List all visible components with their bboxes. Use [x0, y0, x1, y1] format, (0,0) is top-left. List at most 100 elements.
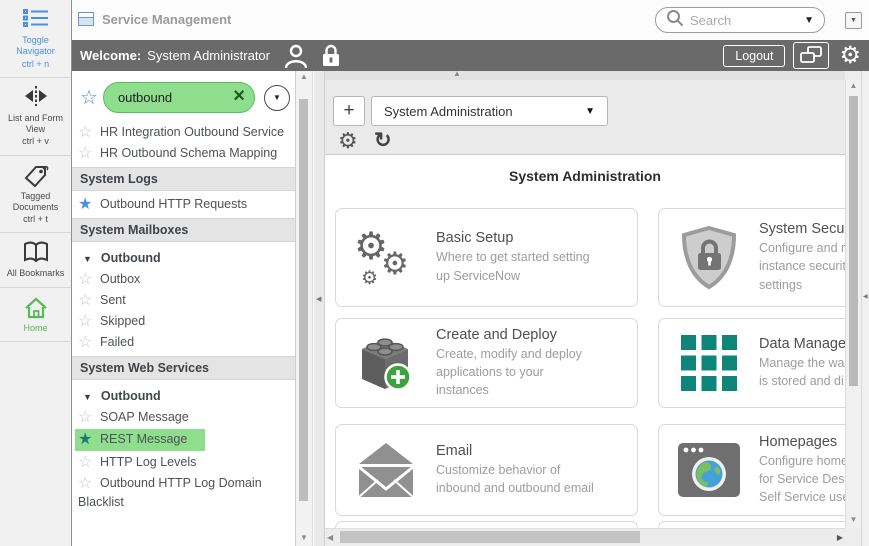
nav-item-label: Outbox	[100, 272, 140, 286]
sidebar-item-list-and-form-view[interactable]: List and Form Viewctrl + v	[0, 78, 71, 156]
sidebar-item-all-bookmarks[interactable]: All Bookmarks	[0, 233, 71, 287]
star-icon[interactable]: ☆	[78, 453, 100, 472]
module-card[interactable]: ⚙⚙⚙Basic SetupWhere to get started setti…	[335, 208, 638, 307]
homepage-picker[interactable]: System Administration ▼	[371, 96, 608, 126]
scroll-up-icon[interactable]: ▲	[296, 71, 312, 83]
nav-item[interactable]: ☆Outbound HTTP Log Domain Blacklist	[72, 473, 295, 513]
partial-card[interactable]	[658, 521, 845, 528]
nav-item-label: Outbound HTTP Log Domain Blacklist	[78, 476, 262, 509]
sidebar-item-home[interactable]: Home	[0, 288, 71, 342]
navigator-scrollbar[interactable]: ▲ ▼	[296, 71, 313, 546]
navigator-filter[interactable]: ×	[103, 82, 255, 113]
nav-item-label: HR Integration Outbound Service	[100, 125, 284, 139]
nav-item-label: REST Message	[100, 432, 187, 446]
nav-item[interactable]: ☆SOAP Message	[72, 407, 295, 428]
horizontal-scrollbar-thumb[interactable]	[340, 531, 640, 543]
partial-card[interactable]	[335, 521, 638, 528]
split-view-icon	[2, 86, 69, 110]
module-card[interactable]: System SecuConfigure and rinstance secur…	[658, 208, 845, 307]
vertical-scrollbar-thumb[interactable]	[849, 96, 858, 386]
user-profile-icon[interactable]	[284, 43, 308, 69]
star-icon[interactable]: ☆	[78, 270, 100, 289]
content-horizontal-scrollbar[interactable]: ◀ ▶	[325, 528, 845, 545]
scroll-down-icon[interactable]: ▼	[846, 514, 861, 526]
global-search[interactable]: ▼	[655, 7, 825, 33]
navigator-filter-row: ☆ × ▼	[72, 71, 295, 122]
scroll-down-icon[interactable]: ▼	[296, 532, 312, 544]
module-card[interactable]: Data ManageManage the wais stored and di	[658, 318, 845, 408]
collapse-left-icon[interactable]: ◀	[316, 295, 321, 303]
navigator-scrollbar-thumb[interactable]	[299, 99, 308, 501]
search-input[interactable]	[690, 13, 804, 28]
sidebar-item-shortcut: ctrl + t	[2, 214, 69, 225]
sidebar-item-tagged-documents[interactable]: Tagged Documentsctrl + t	[0, 156, 71, 234]
collapse-banner-button[interactable]: ▼	[845, 12, 862, 29]
right-edge-splitter[interactable]: ◀	[861, 71, 869, 546]
clear-filter-icon[interactable]: ×	[233, 85, 245, 108]
nav-item[interactable]: ☆Failed	[72, 332, 295, 353]
search-scope-caret-icon[interactable]: ▼	[804, 15, 814, 26]
impersonate-lock-icon[interactable]	[320, 43, 342, 69]
nav-section-header[interactable]: System Logs	[72, 167, 295, 191]
homepage-settings-icon[interactable]: ⚙	[338, 130, 358, 152]
star-icon[interactable]: ☆	[78, 291, 100, 310]
nav-item[interactable]: ☆HR Outbound Schema Mapping	[72, 143, 295, 164]
nav-item[interactable]: ★Outbound HTTP Requests	[72, 194, 295, 215]
navigator-list-icon	[2, 8, 69, 32]
star-icon[interactable]: ★	[78, 430, 100, 449]
refresh-icon[interactable]: ↻	[374, 130, 392, 151]
scroll-left-icon[interactable]: ◀	[327, 533, 333, 542]
module-card[interactable]: HomepagesConfigure homefor Service DesSe…	[658, 424, 845, 516]
collapse-right-icon[interactable]: ◀	[863, 293, 868, 300]
app-window: Toggle Navigatorctrl + nList and Form Vi…	[0, 0, 869, 546]
module-card[interactable]: EmailCustomize behavior ofinbound and ou…	[335, 424, 638, 516]
nav-item[interactable]: ☆HTTP Log Levels	[72, 452, 295, 473]
nav-item-label: Outbound HTTP Requests	[100, 197, 247, 211]
homepage-content: System Administration ⚙⚙⚙Basic SetupWher…	[325, 155, 845, 528]
tag-icon	[2, 164, 69, 188]
scroll-up-icon[interactable]: ▲	[846, 80, 861, 92]
nav-section-header[interactable]: System Web Services	[72, 356, 295, 380]
nav-section-header[interactable]: System Mailboxes	[72, 218, 295, 242]
nav-item[interactable]: ★REST Message	[72, 428, 295, 452]
card-title: System Secu	[759, 221, 845, 237]
scroll-right-icon[interactable]: ▶	[837, 533, 843, 542]
pane-splitter[interactable]: ◀	[314, 71, 325, 546]
nav-item-label: Failed	[100, 335, 134, 349]
top-splitter[interactable]: ▲	[325, 71, 845, 80]
nav-item[interactable]: ☆HR Integration Outbound Service	[72, 122, 295, 143]
nav-group-outbound[interactable]: ▼Outbound	[72, 383, 295, 407]
page-title: System Administration	[325, 168, 845, 184]
nav-item-label: Skipped	[100, 314, 145, 328]
star-icon[interactable]: ☆	[78, 408, 100, 427]
settings-gear-icon[interactable]: ⚙	[839, 44, 861, 68]
add-content-button[interactable]: +	[333, 96, 365, 126]
navigator-filter-input[interactable]	[118, 90, 226, 105]
highlighted-nav-item: ★REST Message	[75, 429, 205, 451]
star-icon[interactable]: ☆	[78, 123, 100, 142]
nav-item[interactable]: ☆Skipped	[72, 311, 295, 332]
search-icon	[666, 9, 684, 32]
nav-group-outbound[interactable]: ▼Outbound	[72, 245, 295, 269]
nav-item[interactable]: ☆Sent	[72, 290, 295, 311]
collapse-up-icon[interactable]: ▲	[453, 69, 461, 78]
star-icon[interactable]: ☆	[78, 144, 100, 163]
module-card[interactable]: Create and DeployCreate, modify and depl…	[335, 318, 638, 408]
open-popup-button[interactable]	[793, 42, 829, 69]
application-navigator: ☆ × ▼ ☆HR Integration Outbound Service☆H…	[72, 71, 296, 546]
logout-button[interactable]: Logout	[723, 45, 785, 67]
navigator-results-list: ☆HR Integration Outbound Service☆HR Outb…	[72, 122, 295, 513]
navigator-menu-button[interactable]: ▼	[264, 85, 290, 111]
content-vertical-scrollbar[interactable]: ▲ ▼	[845, 80, 861, 528]
star-icon[interactable]: ☆	[78, 474, 100, 493]
card-title: Basic Setup	[436, 230, 631, 246]
favorites-star-icon[interactable]: ☆	[80, 88, 98, 108]
sidebar-item-toggle-navigator[interactable]: Toggle Navigatorctrl + n	[0, 0, 71, 78]
star-icon[interactable]: ☆	[78, 312, 100, 331]
nav-item[interactable]: ☆Outbox	[72, 269, 295, 290]
star-icon[interactable]: ☆	[78, 333, 100, 352]
nav-group-label: Outbound	[101, 389, 161, 403]
app-window-icon	[78, 12, 94, 26]
card-description: Where to get started settingup ServiceNo…	[436, 248, 631, 284]
star-icon[interactable]: ★	[78, 195, 100, 214]
